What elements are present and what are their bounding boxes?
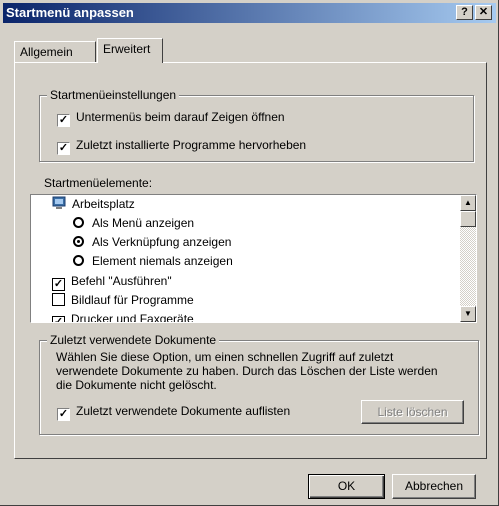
radio-never-button[interactable] [73, 255, 84, 266]
window-title: Startmenü anpassen [6, 5, 134, 20]
close-button[interactable]: ✕ [475, 5, 492, 20]
recent-group-title: Zuletzt verwendete Dokumente [47, 333, 220, 347]
radio-label: Element niemals anzeigen [92, 254, 233, 268]
cancel-button[interactable]: Abbrechen [392, 474, 476, 499]
radio-menu-button[interactable] [73, 217, 84, 228]
scroll-programs-checkbox[interactable] [52, 293, 65, 306]
tab-label: Allgemein [20, 45, 73, 59]
option-submenu-row[interactable]: ✓ Untermenüs beim darauf Zeigen öffnen [57, 110, 285, 127]
submenu-label: Untermenüs beim darauf Zeigen öffnen [76, 110, 285, 124]
radio-link-button[interactable] [73, 236, 84, 247]
title-bar[interactable]: Startmenü anpassen ? ✕ [3, 3, 496, 23]
option-highlight-row[interactable]: ✓ Zuletzt installierte Programme hervorhe… [57, 138, 306, 155]
list-item-run[interactable]: ✓ Befehl "Ausführen" [52, 274, 172, 291]
radio-label: Als Verknüpfung anzeigen [92, 235, 232, 249]
submenu-checkbox[interactable]: ✓ [57, 114, 70, 127]
scroll-down-arrow-icon[interactable]: ▼ [460, 306, 476, 322]
elements-listbox[interactable]: Arbeitsplatz Als Menü anzeigen Als Verkn… [30, 194, 477, 323]
scroll-up-arrow-icon[interactable]: ▲ [460, 195, 476, 211]
radio-label: Als Menü anzeigen [92, 216, 195, 230]
recent-list-row[interactable]: ✓ Zuletzt verwendete Dokumente auflisten [57, 404, 290, 421]
elements-label: Startmenüelemente: [44, 176, 153, 190]
list-item-arbeitsplatz[interactable]: Arbeitsplatz [52, 196, 135, 212]
highlight-label: Zuletzt installierte Programme hervorheb… [76, 138, 307, 152]
radio-menu[interactable]: Als Menü anzeigen [73, 216, 194, 231]
ok-button[interactable]: OK [308, 474, 385, 499]
recent-list-label: Zuletzt verwendete Dokumente auflisten [76, 404, 291, 418]
list-item-label: Drucker und Faxgeräte [71, 312, 194, 323]
printers-checkbox[interactable]: ✓ [52, 316, 65, 322]
monitor-icon [52, 196, 66, 209]
clear-list-button[interactable]: Liste löschen [361, 400, 464, 424]
radio-never[interactable]: Element niemals anzeigen [73, 254, 233, 269]
list-item-label: Bildlauf für Programme [71, 293, 194, 307]
scroll-thumb[interactable] [460, 211, 476, 227]
tab-label: Erweitert [103, 42, 151, 56]
dialog-window: Startmenü anpassen ? ✕ Allgemein Erweite… [0, 0, 499, 506]
radio-link[interactable]: Als Verknüpfung anzeigen [73, 235, 231, 250]
run-checkbox[interactable]: ✓ [52, 278, 65, 291]
recent-description: Wählen Sie diese Option, um einen schnel… [56, 350, 438, 392]
tab-erweitert[interactable]: Erweitert [97, 38, 163, 63]
highlight-checkbox[interactable]: ✓ [57, 142, 70, 155]
list-item-label: Arbeitsplatz [72, 197, 135, 211]
list-item-printers[interactable]: ✓ Drucker und Faxgeräte [52, 312, 194, 323]
help-button[interactable]: ? [456, 5, 473, 20]
list-item-scroll-programs[interactable]: Bildlauf für Programme [52, 293, 194, 308]
tab-allgemein[interactable]: Allgemein [14, 41, 96, 63]
list-item-label: Befehl "Ausführen" [71, 274, 172, 288]
recent-list-checkbox[interactable]: ✓ [57, 408, 70, 421]
list-scrollbar[interactable]: ▲ ▼ [460, 195, 476, 322]
settings-group-title: Startmenüeinstellungen [47, 88, 180, 102]
